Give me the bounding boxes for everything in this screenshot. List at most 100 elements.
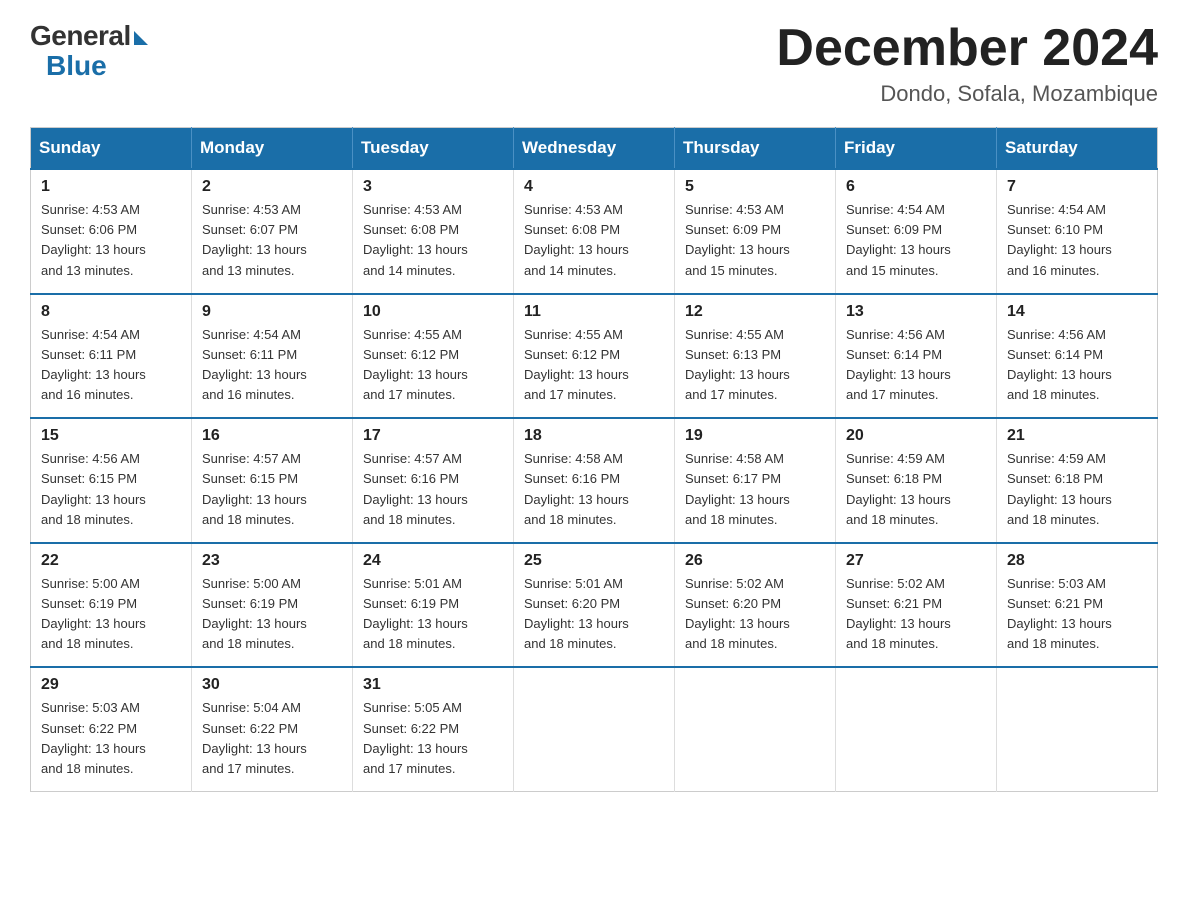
day-cell: 25 Sunrise: 5:01 AMSunset: 6:20 PMDayligh… xyxy=(514,543,675,668)
day-cell: 31 Sunrise: 5:05 AMSunset: 6:22 PMDayligh… xyxy=(353,667,514,791)
day-info: Sunrise: 4:54 AMSunset: 6:09 PMDaylight:… xyxy=(846,200,986,281)
day-number: 8 xyxy=(41,303,181,321)
week-row-1: 1 Sunrise: 4:53 AMSunset: 6:06 PMDaylight… xyxy=(31,169,1158,294)
day-number: 12 xyxy=(685,303,825,321)
day-number: 26 xyxy=(685,552,825,570)
logo-blue-text: Blue xyxy=(46,50,107,82)
day-info: Sunrise: 5:05 AMSunset: 6:22 PMDaylight:… xyxy=(363,698,503,779)
day-info: Sunrise: 4:57 AMSunset: 6:16 PMDaylight:… xyxy=(363,449,503,530)
day-cell: 23Sunrise: 5:00 AMSunset: 6:19 PMDayligh… xyxy=(192,543,353,668)
day-number: 28 xyxy=(1007,552,1147,570)
day-number: 27 xyxy=(846,552,986,570)
day-cell: 29 Sunrise: 5:03 AMSunset: 6:22 PMDayligh… xyxy=(31,667,192,791)
day-number: 4 xyxy=(524,178,664,196)
day-number: 31 xyxy=(363,676,503,694)
day-number: 18 xyxy=(524,427,664,445)
day-cell xyxy=(836,667,997,791)
day-number: 20 xyxy=(846,427,986,445)
day-info: Sunrise: 4:58 AMSunset: 6:16 PMDaylight:… xyxy=(524,449,664,530)
day-number: 10 xyxy=(363,303,503,321)
day-number: 29 xyxy=(41,676,181,694)
month-year-title: December 2024 xyxy=(776,20,1158,77)
week-row-4: 22 Sunrise: 5:00 AMSunset: 6:19 PMDayligh… xyxy=(31,543,1158,668)
day-info: Sunrise: 5:00 AMSunset: 6:19 PMDaylight:… xyxy=(41,574,181,655)
title-block: December 2024 Dondo, Sofala, Mozambique xyxy=(776,20,1158,107)
day-info: Sunrise: 4:53 AMSunset: 6:08 PMDaylight:… xyxy=(363,200,503,281)
header-saturday: Saturday xyxy=(997,128,1158,170)
day-number: 1 xyxy=(41,178,181,196)
day-number: 22 xyxy=(41,552,181,570)
day-cell: 8Sunrise: 4:54 AMSunset: 6:11 PMDaylight… xyxy=(31,294,192,419)
day-number: 14 xyxy=(1007,303,1147,321)
day-info: Sunrise: 5:02 AMSunset: 6:20 PMDaylight:… xyxy=(685,574,825,655)
day-info: Sunrise: 4:54 AMSunset: 6:11 PMDaylight:… xyxy=(202,325,342,406)
day-info: Sunrise: 4:55 AMSunset: 6:13 PMDaylight:… xyxy=(685,325,825,406)
day-cell: 26 Sunrise: 5:02 AMSunset: 6:20 PMDayligh… xyxy=(675,543,836,668)
calendar-header-row: SundayMondayTuesdayWednesdayThursdayFrid… xyxy=(31,128,1158,170)
day-cell: 19 Sunrise: 4:58 AMSunset: 6:17 PMDayligh… xyxy=(675,418,836,543)
day-info: Sunrise: 5:01 AMSunset: 6:19 PMDaylight:… xyxy=(363,574,503,655)
day-info: Sunrise: 4:53 AMSunset: 6:06 PMDaylight:… xyxy=(41,200,181,281)
day-info: Sunrise: 5:02 AMSunset: 6:21 PMDaylight:… xyxy=(846,574,986,655)
week-row-5: 29 Sunrise: 5:03 AMSunset: 6:22 PMDayligh… xyxy=(31,667,1158,791)
day-cell xyxy=(675,667,836,791)
day-number: 25 xyxy=(524,552,664,570)
day-cell: 13Sunrise: 4:56 AMSunset: 6:14 PMDayligh… xyxy=(836,294,997,419)
day-cell: 22 Sunrise: 5:00 AMSunset: 6:19 PMDayligh… xyxy=(31,543,192,668)
day-cell: 20Sunrise: 4:59 AMSunset: 6:18 PMDayligh… xyxy=(836,418,997,543)
logo-general-text: General xyxy=(30,20,131,52)
day-number: 16 xyxy=(202,427,342,445)
day-info: Sunrise: 4:54 AMSunset: 6:10 PMDaylight:… xyxy=(1007,200,1147,281)
day-cell: 14 Sunrise: 4:56 AMSunset: 6:14 PMDayligh… xyxy=(997,294,1158,419)
day-number: 7 xyxy=(1007,178,1147,196)
week-row-3: 15Sunrise: 4:56 AMSunset: 6:15 PMDayligh… xyxy=(31,418,1158,543)
day-number: 5 xyxy=(685,178,825,196)
day-cell: 9 Sunrise: 4:54 AMSunset: 6:11 PMDaylight… xyxy=(192,294,353,419)
day-cell: 1 Sunrise: 4:53 AMSunset: 6:06 PMDaylight… xyxy=(31,169,192,294)
day-cell: 4 Sunrise: 4:53 AMSunset: 6:08 PMDaylight… xyxy=(514,169,675,294)
day-number: 30 xyxy=(202,676,342,694)
header-tuesday: Tuesday xyxy=(353,128,514,170)
day-cell: 16Sunrise: 4:57 AMSunset: 6:15 PMDayligh… xyxy=(192,418,353,543)
header-sunday: Sunday xyxy=(31,128,192,170)
calendar-table: SundayMondayTuesdayWednesdayThursdayFrid… xyxy=(30,127,1158,792)
day-info: Sunrise: 4:56 AMSunset: 6:14 PMDaylight:… xyxy=(846,325,986,406)
day-number: 23 xyxy=(202,552,342,570)
day-cell: 3 Sunrise: 4:53 AMSunset: 6:08 PMDaylight… xyxy=(353,169,514,294)
day-cell xyxy=(514,667,675,791)
location-subtitle: Dondo, Sofala, Mozambique xyxy=(776,81,1158,107)
day-cell: 12 Sunrise: 4:55 AMSunset: 6:13 PMDayligh… xyxy=(675,294,836,419)
day-cell: 5Sunrise: 4:53 AMSunset: 6:09 PMDaylight… xyxy=(675,169,836,294)
day-number: 9 xyxy=(202,303,342,321)
day-info: Sunrise: 4:53 AMSunset: 6:07 PMDaylight:… xyxy=(202,200,342,281)
day-cell: 7 Sunrise: 4:54 AMSunset: 6:10 PMDaylight… xyxy=(997,169,1158,294)
day-number: 11 xyxy=(524,303,664,321)
week-row-2: 8 Sunrise: 4:54 AMSunset: 6:11 PMDaylight… xyxy=(31,294,1158,419)
day-info: Sunrise: 5:01 AMSunset: 6:20 PMDaylight:… xyxy=(524,574,664,655)
day-info: Sunrise: 4:53 AMSunset: 6:08 PMDaylight:… xyxy=(524,200,664,281)
day-info: Sunrise: 4:56 AMSunset: 6:14 PMDaylight:… xyxy=(1007,325,1147,406)
day-cell: 10 Sunrise: 4:55 AMSunset: 6:12 PMDayligh… xyxy=(353,294,514,419)
day-cell: 15Sunrise: 4:56 AMSunset: 6:15 PMDayligh… xyxy=(31,418,192,543)
day-info: Sunrise: 4:55 AMSunset: 6:12 PMDaylight:… xyxy=(363,325,503,406)
page-header: General Blue December 2024 Dondo, Sofala… xyxy=(30,20,1158,107)
day-number: 15 xyxy=(41,427,181,445)
day-cell: 21 Sunrise: 4:59 AMSunset: 6:18 PMDayligh… xyxy=(997,418,1158,543)
day-info: Sunrise: 5:03 AMSunset: 6:21 PMDaylight:… xyxy=(1007,574,1147,655)
day-number: 6 xyxy=(846,178,986,196)
day-info: Sunrise: 4:59 AMSunset: 6:18 PMDaylight:… xyxy=(1007,449,1147,530)
day-number: 3 xyxy=(363,178,503,196)
day-info: Sunrise: 5:03 AMSunset: 6:22 PMDaylight:… xyxy=(41,698,181,779)
day-cell: 27 Sunrise: 5:02 AMSunset: 6:21 PMDayligh… xyxy=(836,543,997,668)
day-info: Sunrise: 4:58 AMSunset: 6:17 PMDaylight:… xyxy=(685,449,825,530)
day-cell: 11 Sunrise: 4:55 AMSunset: 6:12 PMDayligh… xyxy=(514,294,675,419)
day-number: 2 xyxy=(202,178,342,196)
day-info: Sunrise: 4:55 AMSunset: 6:12 PMDaylight:… xyxy=(524,325,664,406)
day-cell xyxy=(997,667,1158,791)
day-number: 21 xyxy=(1007,427,1147,445)
day-cell: 28 Sunrise: 5:03 AMSunset: 6:21 PMDayligh… xyxy=(997,543,1158,668)
day-cell: 30 Sunrise: 5:04 AMSunset: 6:22 PMDayligh… xyxy=(192,667,353,791)
day-number: 19 xyxy=(685,427,825,445)
day-info: Sunrise: 5:04 AMSunset: 6:22 PMDaylight:… xyxy=(202,698,342,779)
logo: General Blue xyxy=(30,20,148,82)
